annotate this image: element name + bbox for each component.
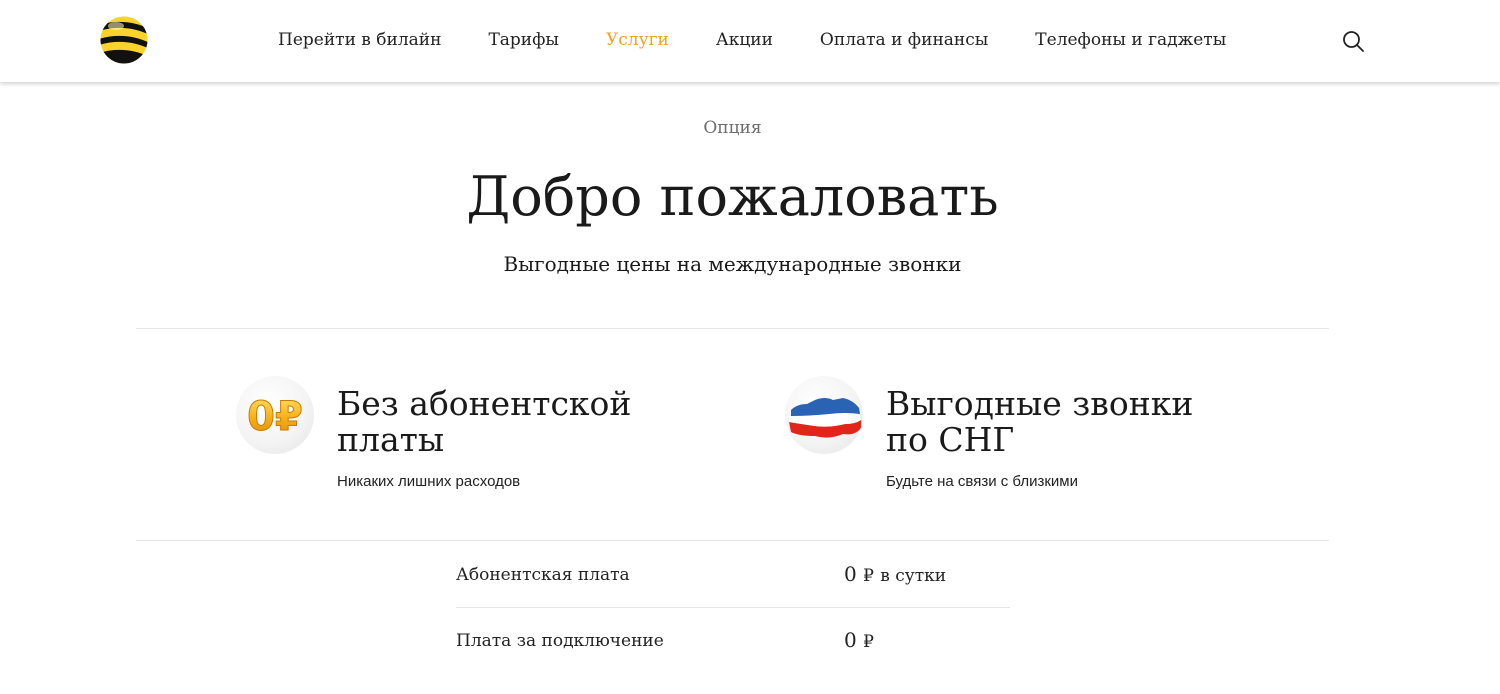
nav-item-promotions[interactable]: Акции: [716, 28, 773, 52]
table-row-divider: [456, 607, 1010, 608]
nav-item-tariffs[interactable]: Тарифы: [488, 28, 559, 52]
price-amount: 0: [844, 628, 857, 652]
feature-title: Без абонентской платы: [337, 384, 632, 459]
zero-ruble-coin-icon: 0₽: [236, 376, 314, 454]
feature-description: Никаких лишних расходов: [337, 473, 521, 490]
nav-item-services[interactable]: Услуги: [606, 28, 669, 52]
price-row-connection-fee: Плата за подключение 0 ₽: [456, 621, 1010, 661]
page-kicker: Опция: [703, 118, 762, 138]
price-currency: ₽: [863, 632, 874, 652]
nav-item-go-to-beeline[interactable]: Перейти в билайн: [278, 28, 441, 52]
feature-description: Будьте на связи с близкими: [886, 473, 1078, 490]
page-title: Добро пожаловать: [466, 165, 999, 228]
price-amount: 0: [844, 562, 857, 586]
nav-item-phones-gadgets[interactable]: Телефоны и гаджеты: [1035, 28, 1226, 52]
price-row-subscription-fee: Абонентская плата 0 ₽ в сутки: [456, 555, 1010, 595]
section-divider: [136, 540, 1329, 541]
main-nav: Перейти в билайн Тарифы Услуги Акции Опл…: [278, 28, 1273, 52]
site-header: Перейти в билайн Тарифы Услуги Акции Опл…: [0, 0, 1500, 82]
nav-item-payment-finance[interactable]: Оплата и финансы: [820, 28, 988, 52]
price-currency: ₽: [863, 566, 874, 586]
section-divider: [136, 328, 1329, 329]
price-label: Абонентская плата: [456, 565, 630, 585]
price-period: в сутки: [880, 566, 947, 586]
beeline-logo-icon[interactable]: [100, 16, 148, 64]
page-subtitle: Выгодные цены на международные звонки: [503, 252, 962, 276]
price-label: Плата за подключение: [456, 631, 664, 651]
search-icon[interactable]: [1341, 29, 1365, 53]
price-value: 0 ₽ в сутки: [844, 561, 946, 589]
feature-title: Выгодные звонки по СНГ: [886, 384, 1194, 459]
price-value: 0 ₽: [844, 627, 874, 655]
russia-map-icon: [785, 376, 863, 454]
svg-text:0₽: 0₽: [247, 394, 303, 440]
